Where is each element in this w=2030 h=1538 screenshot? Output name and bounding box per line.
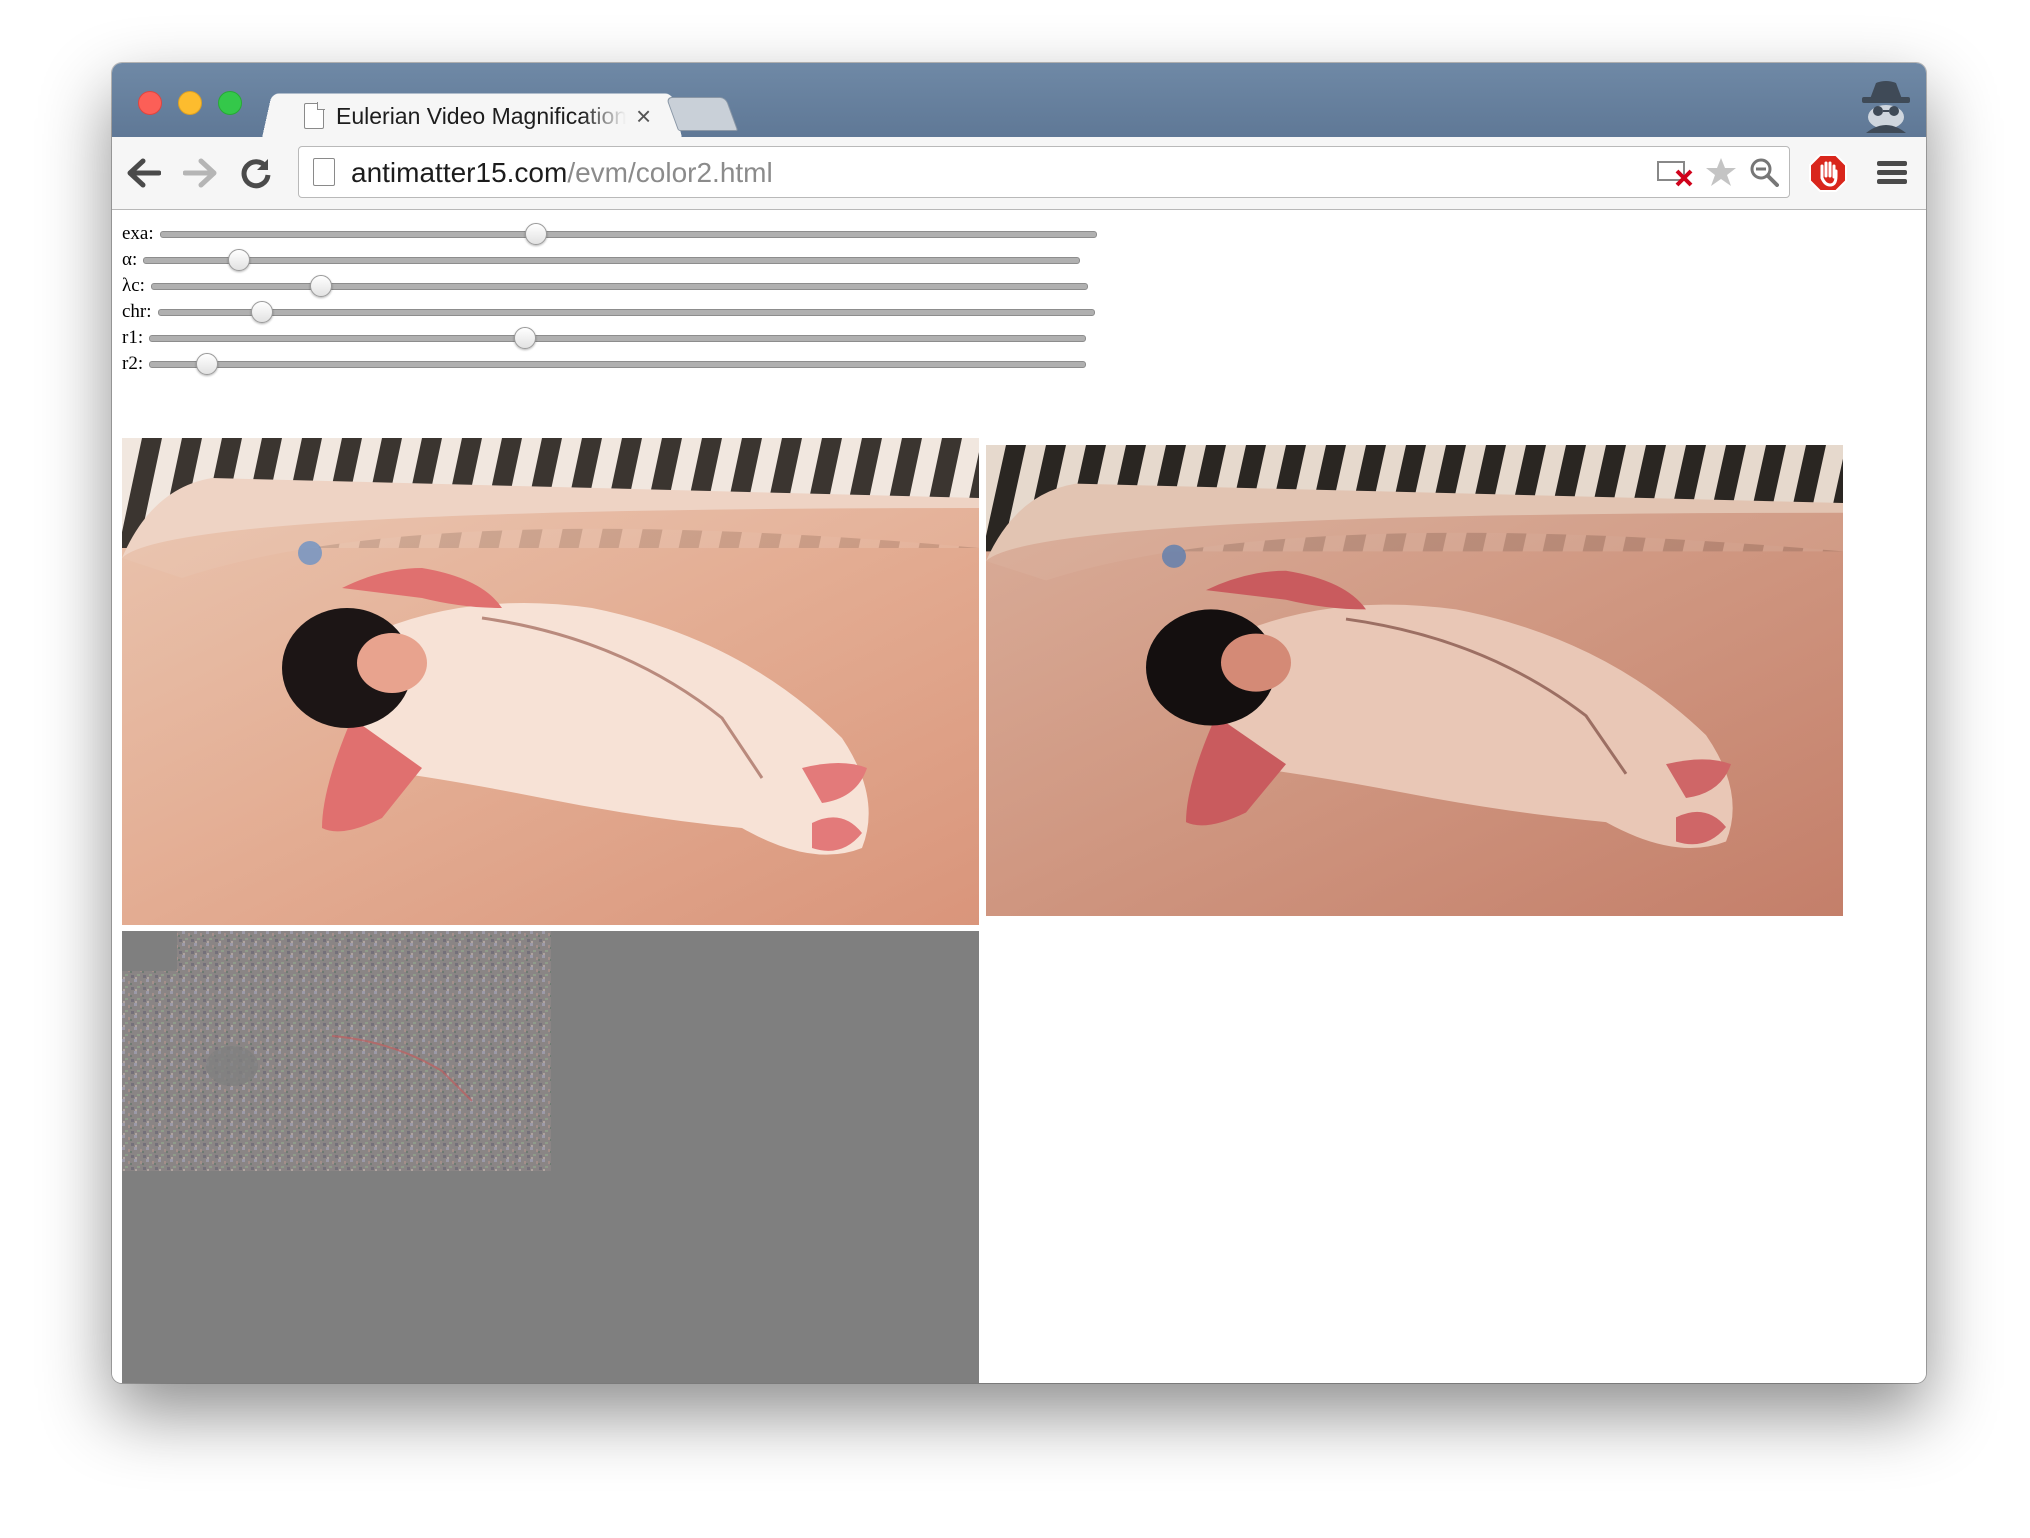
slider-label: r2: [122,353,144,374]
adblock-icon[interactable] [1808,153,1848,193]
active-tab[interactable]: Eulerian Video Magnification × [292,95,672,137]
slider-row-r1: r1: [122,325,1087,351]
slider-row-lambda: λc: [122,273,1088,299]
zoom-icon[interactable] [1749,157,1779,192]
slider-thumb[interactable] [196,352,219,375]
tab-title: Eulerian Video Magnification [336,102,626,129]
menu-icon[interactable] [1872,155,1912,191]
star-icon[interactable] [1705,156,1737,193]
maximize-window-button[interactable] [218,91,242,115]
slider-row-chr: chr: [122,299,1095,325]
slider-thumb[interactable] [310,274,333,297]
slider-label: α: [122,249,138,270]
slider-label: λc: [122,275,145,296]
slider-thumb[interactable] [227,248,250,271]
page-content: exa: α: λc: chr: r1: r2: [112,210,1926,1383]
lambda-slider[interactable] [150,274,1088,297]
slider-row-r2: r2: [122,351,1087,377]
page-icon [304,102,325,129]
magnified-video-canvas [986,445,1843,916]
back-icon[interactable] [126,155,162,191]
noise-pattern [122,931,979,1383]
slider-label: exa: [122,223,154,244]
new-tab-button[interactable] [665,97,739,131]
incognito-icon [1856,77,1916,133]
slider-row-exa: exa: [122,221,1097,247]
difference-signal-canvas [122,931,979,1383]
slider-thumb[interactable] [514,326,537,349]
title-bar: Eulerian Video Magnification × [112,63,1926,138]
r1-slider[interactable] [149,326,1087,349]
chr-slider[interactable] [157,300,1095,323]
minimize-window-button[interactable] [178,91,202,115]
address-bar[interactable]: antimatter15.com/evm/color2.html [298,146,1790,198]
page-icon [313,158,335,186]
slider-label: chr: [122,301,152,322]
slider-thumb[interactable] [251,300,274,323]
browser-toolbar: antimatter15.com/evm/color2.html [112,137,1926,210]
close-window-button[interactable] [138,91,162,115]
reload-icon[interactable] [238,155,274,191]
browser-window: Eulerian Video Magnification × antimatte… [112,63,1926,1383]
exa-slider[interactable] [159,222,1097,245]
tab-close-icon[interactable]: × [636,103,651,129]
url-text[interactable]: antimatter15.com/evm/color2.html [351,157,773,189]
omnibox-icons [1657,156,1779,193]
blocked-video-icon[interactable] [1657,157,1693,192]
forward-icon[interactable] [182,155,218,191]
slider-label: r1: [122,327,144,348]
alpha-slider[interactable] [143,248,1081,271]
baby-photo-magnified [986,445,1843,916]
slider-thumb[interactable] [524,222,547,245]
slider-row-alpha: α: [122,247,1081,273]
original-video-canvas [122,438,979,925]
baby-photo [122,438,979,925]
r2-slider[interactable] [149,352,1087,375]
